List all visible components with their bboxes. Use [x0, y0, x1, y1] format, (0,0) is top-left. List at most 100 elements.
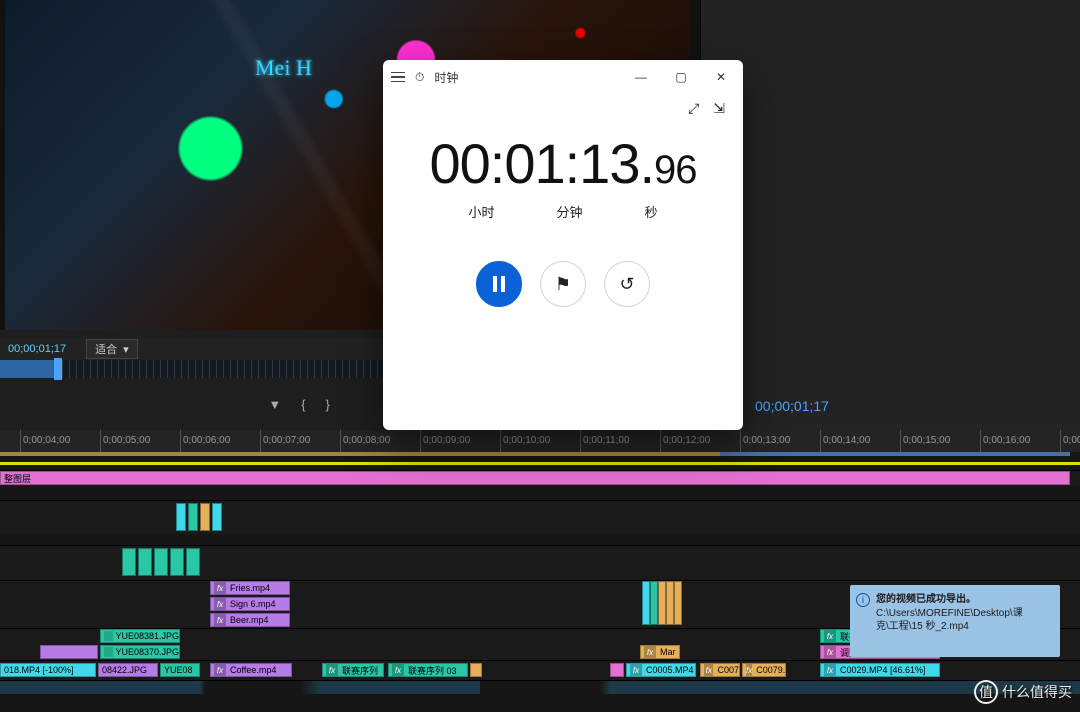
clip-adjustment[interactable]: 整图层	[0, 471, 1070, 485]
clip[interactable]	[40, 645, 98, 659]
time-unit-labels: 小时 分钟 秒	[383, 202, 743, 221]
video-track-5b[interactable]	[0, 545, 1080, 579]
label-minutes: 分钟	[556, 202, 582, 221]
clip-label: Coffee.mp4	[230, 665, 276, 675]
clip[interactable]: fxC007	[700, 663, 740, 677]
ruler-tick: 0;00;12;00	[660, 430, 740, 452]
audio-track[interactable]	[0, 680, 1080, 694]
ruler-tick: 0;00;03;00	[0, 430, 20, 452]
video-track-adj[interactable]: 整图层	[0, 470, 1080, 486]
timeline-ruler[interactable]: 0;00;03;00 0;00;04;00 0;00;05;00 0;00;06…	[0, 430, 1080, 452]
overview-timecode: 00;00;01;17	[755, 398, 829, 414]
micro-clip[interactable]	[674, 581, 682, 625]
current-timecode[interactable]: 00;00;01;17	[8, 343, 66, 355]
fx-icon: fx	[214, 664, 226, 676]
lap-flag-button[interactable]: ⚑	[540, 261, 586, 307]
zoom-fit-label: 适合	[95, 341, 117, 357]
hundredths-value: 96	[654, 148, 697, 192]
work-area-band[interactable]	[0, 452, 1070, 456]
clip[interactable]: fx Beer.mp4	[210, 613, 290, 627]
micro-clip[interactable]	[170, 548, 184, 576]
fx-icon: fx	[824, 664, 836, 676]
timeline-panel: 0;00;03;00 0;00;04;00 0;00;05;00 0;00;06…	[0, 430, 1080, 712]
fx-icon: fx	[214, 598, 226, 610]
zoom-fit-select[interactable]: 适合 ▾	[86, 339, 138, 359]
micro-clip[interactable]	[650, 581, 658, 625]
ruler-tick: 0;00;13;00	[740, 430, 820, 452]
micro-clip[interactable]	[642, 581, 650, 625]
clip[interactable]: fx 联赛序列	[322, 663, 384, 677]
close-button[interactable]: ✕	[701, 60, 741, 94]
clip[interactable]: 018.MP4 [-100%]	[0, 663, 96, 677]
fx-icon	[104, 647, 113, 657]
watermark-icon: 值	[974, 680, 998, 704]
clock-expand-row: ⤢ ⇲	[383, 94, 743, 117]
reset-button[interactable]: ↺	[604, 261, 650, 307]
micro-clip[interactable]	[186, 548, 200, 576]
clip[interactable]	[610, 663, 624, 677]
clip[interactable]: YUE08381.JPG	[100, 629, 180, 643]
pause-button[interactable]	[476, 261, 522, 307]
micro-clip[interactable]	[188, 503, 198, 531]
clip[interactable]: fxC0029.MP4 [46.61%]	[820, 663, 940, 677]
fx-icon: fx	[824, 646, 836, 658]
clip-label: C0079.	[756, 665, 785, 675]
fx-icon: fx	[704, 664, 713, 676]
micro-clip[interactable]	[154, 548, 168, 576]
fx-icon: fx	[824, 630, 836, 642]
clip[interactable]: fxC0005.MP4	[626, 663, 696, 677]
ruler-tick: 0;00;17;00	[1060, 430, 1080, 452]
micro-clip[interactable]	[212, 503, 222, 531]
clip-label: Beer.mp4	[230, 615, 269, 625]
fx-icon: fx	[214, 614, 226, 626]
seconds-value: 13	[579, 132, 639, 195]
ruler-tick: 0;00;04;00	[20, 430, 100, 452]
micro-clip[interactable]	[200, 503, 210, 531]
clip[interactable]: fxMar	[640, 645, 680, 659]
video-track-1[interactable]: 018.MP4 [-100%] 08422.JPG YUE08 fx Coffee…	[0, 660, 1080, 680]
pin-icon[interactable]: ⇲	[713, 100, 725, 117]
clip[interactable]: 08422.JPG	[98, 663, 158, 677]
clip-label: C0005.MP4	[646, 665, 694, 675]
maximize-button[interactable]: ▢	[661, 60, 701, 94]
ruler-tick: 0;00;14;00	[820, 430, 900, 452]
fx-icon: fx	[326, 664, 338, 676]
export-success-notification[interactable]: i 您的视频已成功导出。 C:\Users\MOREFINE\Desktop\课…	[850, 585, 1060, 657]
clock-titlebar[interactable]: ⏱ 时钟 ― ▢ ✕	[383, 60, 743, 94]
clip-label: 联赛序列	[342, 664, 378, 677]
clock-window[interactable]: ⏱ 时钟 ― ▢ ✕ ⤢ ⇲ 00:01:13.96 小时 分钟 秒 ⚑ ↺	[383, 60, 743, 430]
micro-clip[interactable]	[666, 581, 674, 625]
mark-in-button[interactable]: {	[297, 395, 309, 414]
clip[interactable]: fxFries.mp4	[210, 581, 290, 595]
clip-label: YUE08370.JPG	[115, 647, 179, 657]
fx-icon: fx	[392, 664, 404, 676]
fx-icon: fx	[746, 664, 752, 676]
video-track-5[interactable]	[0, 500, 1080, 534]
clip[interactable]: fx联赛序列 03	[388, 663, 468, 677]
clip[interactable]: YUE08	[160, 663, 200, 677]
micro-clip[interactable]	[122, 548, 136, 576]
playhead-marker[interactable]	[54, 358, 62, 380]
clip[interactable]: fx Coffee.mp4	[210, 663, 292, 677]
menu-icon[interactable]	[391, 72, 405, 83]
add-marker-button[interactable]: ▼	[264, 395, 285, 414]
clip[interactable]: fxSign 6.mp4	[210, 597, 290, 611]
micro-clip[interactable]	[658, 581, 666, 625]
ruler-tick: 0;00;11;00	[580, 430, 660, 452]
expand-icon[interactable]: ⤢	[688, 100, 699, 117]
minimize-button[interactable]: ―	[621, 60, 661, 94]
clip[interactable]: fx C0079.	[742, 663, 786, 677]
clip[interactable]	[470, 663, 482, 677]
notification-path1: C:\Users\MOREFINE\Desktop\课	[876, 608, 1023, 619]
fx-icon: fx	[214, 582, 226, 594]
info-icon: i	[856, 593, 870, 607]
pause-icon	[492, 276, 506, 292]
micro-clip[interactable]	[176, 503, 186, 531]
micro-clip[interactable]	[138, 548, 152, 576]
clip-label: 整图层	[4, 472, 31, 485]
clip[interactable]: YUE08370.JPG	[100, 645, 180, 659]
mark-out-button[interactable]: }	[322, 395, 334, 414]
label-hours: 小时	[468, 202, 494, 221]
fx-icon: fx	[644, 646, 656, 658]
ruler-tick: 0;00;06;00	[180, 430, 260, 452]
